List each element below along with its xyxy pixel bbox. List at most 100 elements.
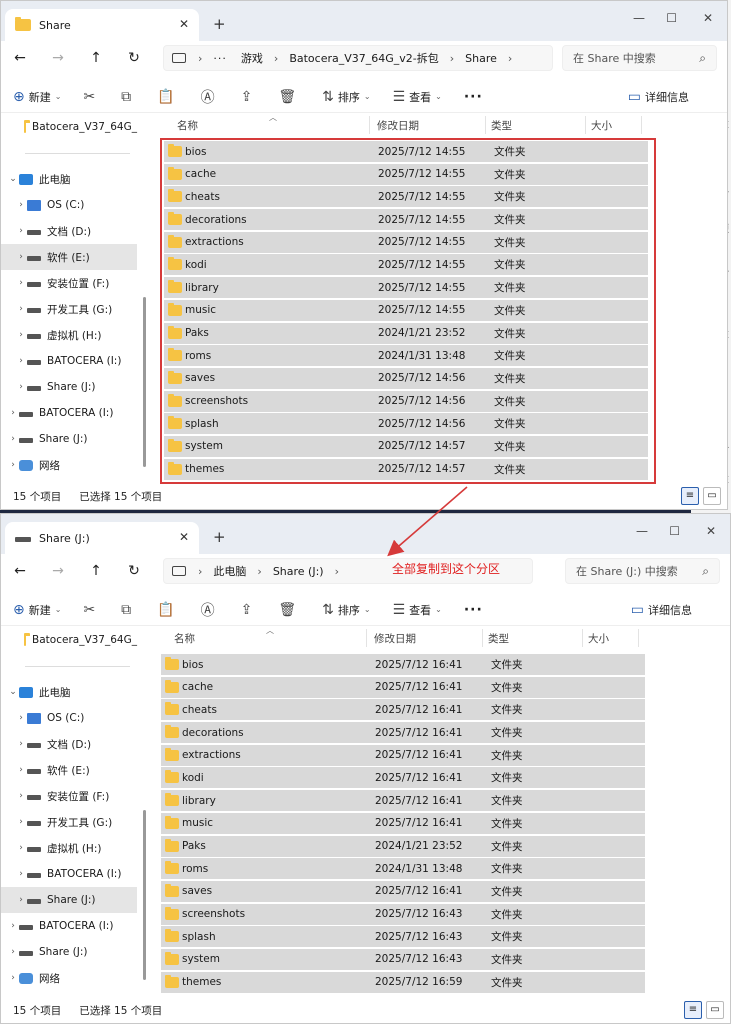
close-tab-icon[interactable]: ✕	[179, 530, 189, 544]
close-window-icon[interactable]: ✕	[706, 524, 716, 538]
maximize-icon[interactable]: ☐	[666, 11, 677, 25]
table-row[interactable]: themes 2025/7/12 16:59 文件夹	[161, 971, 645, 993]
breadcrumb-item[interactable]: Batocera_V37_64G_v2-拆包	[289, 50, 438, 66]
up-icon[interactable]: ↑	[77, 50, 115, 66]
chevron-icon[interactable]: ›	[15, 252, 27, 262]
chevron-icon[interactable]: ›	[15, 304, 27, 314]
column-divider[interactable]	[369, 116, 370, 134]
address-bar[interactable]: › ··· 游戏 › Batocera_V37_64G_v2-拆包 › Share ›	[163, 45, 553, 71]
chevron-icon[interactable]: ›	[7, 434, 19, 444]
sidebar-item[interactable]: › OS (C:)	[1, 705, 137, 731]
breadcrumb-item[interactable]: 游戏	[241, 50, 263, 66]
up-icon[interactable]: ↑	[77, 563, 115, 579]
minimize-icon[interactable]: —	[633, 11, 645, 25]
chevron-icon[interactable]: ›	[7, 460, 19, 470]
sidebar-item[interactable]: › 文档 (D:)	[1, 731, 137, 757]
table-row[interactable]: saves 2025/7/12 16:41 文件夹	[161, 880, 645, 902]
sidebar-item[interactable]: › 网络	[1, 452, 137, 478]
sidebar-item[interactable]: Batocera_V37_64G_	[1, 114, 137, 140]
new-tab-icon[interactable]: +	[213, 15, 226, 33]
sidebar-item[interactable]: › Share (J:)	[1, 426, 137, 452]
forward-icon[interactable]: →	[39, 50, 77, 66]
column-header[interactable]: 修改日期	[374, 631, 416, 646]
new-button[interactable]: ⊕ 新建 ⌄	[13, 89, 61, 105]
details-pane-button[interactable]: ▭ 详细信息	[628, 89, 689, 105]
rename-button[interactable]: Ⓐ	[201, 87, 219, 107]
details-pane-button[interactable]: ▭ 详细信息	[631, 602, 692, 618]
cut-button[interactable]: ✂	[83, 602, 99, 618]
new-tab-icon[interactable]: +	[213, 528, 226, 546]
paste-button[interactable]: 📋	[157, 602, 178, 618]
column-header[interactable]: 大小	[591, 118, 612, 133]
share-button[interactable]: ⇪	[241, 602, 257, 618]
refresh-icon[interactable]: ↻	[115, 50, 153, 66]
tiles-view-icon[interactable]: ▭	[703, 487, 721, 505]
more-options-icon[interactable]: ···	[464, 602, 483, 618]
tiles-view-icon[interactable]: ▭	[706, 1001, 724, 1019]
table-row[interactable]: music 2025/7/12 16:41 文件夹	[161, 812, 645, 834]
sidebar-item[interactable]: › 开发工具 (G:)	[1, 809, 137, 835]
column-header[interactable]: 名称	[174, 631, 195, 646]
chevron-icon[interactable]: ›	[15, 843, 27, 853]
chevron-icon[interactable]: ›	[7, 921, 19, 931]
tab-active[interactable]: Share (J:) ✕	[5, 522, 199, 554]
sidebar-item[interactable]: › OS (C:)	[1, 192, 137, 218]
sidebar-item[interactable]: › 虚拟机 (H:)	[1, 835, 137, 861]
sidebar-item[interactable]: ⌄ 此电脑	[1, 679, 137, 705]
sidebar-item[interactable]: › Share (J:)	[1, 374, 137, 400]
sidebar-item[interactable]: › 虚拟机 (H:)	[1, 322, 137, 348]
column-header[interactable]: 名称	[177, 118, 198, 133]
sort-button[interactable]: ⇅ 排序 ⌄	[322, 89, 370, 105]
details-view-icon[interactable]: ≡	[681, 487, 699, 505]
table-row[interactable]: cache 2025/7/12 16:41 文件夹	[161, 676, 645, 698]
sort-button[interactable]: ⇅ 排序 ⌄	[322, 602, 370, 618]
more-options-icon[interactable]: ···	[464, 89, 483, 105]
chevron-icon[interactable]: ›	[15, 869, 27, 879]
close-tab-icon[interactable]: ✕	[179, 17, 189, 31]
table-row[interactable]: library 2025/7/12 16:41 文件夹	[161, 790, 645, 812]
sidebar-item[interactable]: › BATOCERA (I:)	[1, 861, 137, 887]
chevron-icon[interactable]: ›	[15, 895, 27, 905]
chevron-icon[interactable]: ›	[15, 817, 27, 827]
column-header[interactable]: 类型	[488, 631, 509, 646]
close-window-icon[interactable]: ✕	[703, 11, 713, 25]
details-view-icon[interactable]: ≡	[684, 1001, 702, 1019]
sidebar-item[interactable]: › 软件 (E:)	[1, 757, 137, 783]
breadcrumb-item[interactable]: Share (J:)	[273, 565, 324, 578]
view-button[interactable]: ☰ 查看 ⌄	[393, 602, 442, 618]
chevron-icon[interactable]: ›	[7, 408, 19, 418]
sidebar-scrollbar[interactable]	[143, 810, 146, 980]
column-divider[interactable]	[638, 629, 639, 647]
table-row[interactable]: system 2025/7/12 16:43 文件夹	[161, 948, 645, 970]
search-box[interactable]: 在 Share 中搜索 ⌕	[562, 45, 717, 71]
column-divider[interactable]	[485, 116, 486, 134]
chevron-icon[interactable]: ›	[15, 791, 27, 801]
column-header[interactable]: 类型	[491, 118, 512, 133]
chevron-icon[interactable]: ›	[15, 356, 27, 366]
search-box[interactable]: 在 Share (J:) 中搜索 ⌕	[565, 558, 720, 584]
delete-button[interactable]: 🗑	[278, 89, 300, 105]
chevron-icon[interactable]: ›	[15, 382, 27, 392]
sidebar-item[interactable]: › 文档 (D:)	[1, 218, 137, 244]
chevron-icon[interactable]: ›	[15, 739, 27, 749]
chevron-icon[interactable]: ⌄	[7, 687, 19, 697]
chevron-icon[interactable]: ›	[15, 226, 27, 236]
column-divider[interactable]	[585, 116, 586, 134]
back-icon[interactable]: ←	[1, 50, 39, 66]
sidebar-item[interactable]: ⌄ 此电脑	[1, 166, 137, 192]
chevron-icon[interactable]: ›	[15, 330, 27, 340]
sidebar-item[interactable]: › 开发工具 (G:)	[1, 296, 137, 322]
sidebar-item[interactable]: › BATOCERA (I:)	[1, 400, 137, 426]
table-row[interactable]: decorations 2025/7/12 16:41 文件夹	[161, 722, 645, 744]
breadcrumb-item[interactable]: Share	[465, 52, 497, 65]
breadcrumb-item[interactable]: 此电脑	[213, 563, 246, 579]
chevron-icon[interactable]: ›	[15, 765, 27, 775]
chevron-icon[interactable]: ›	[7, 973, 19, 983]
sidebar-item[interactable]: › BATOCERA (I:)	[1, 348, 137, 374]
sidebar-item[interactable]: › 软件 (E:)	[1, 244, 137, 270]
new-button[interactable]: ⊕ 新建 ⌄	[13, 602, 61, 618]
copy-button[interactable]: ⧉	[121, 89, 135, 105]
minimize-icon[interactable]: —	[636, 524, 648, 538]
sidebar-item[interactable]: Batocera_V37_64G_	[1, 627, 137, 653]
sidebar-item[interactable]: › Share (J:)	[1, 939, 137, 965]
